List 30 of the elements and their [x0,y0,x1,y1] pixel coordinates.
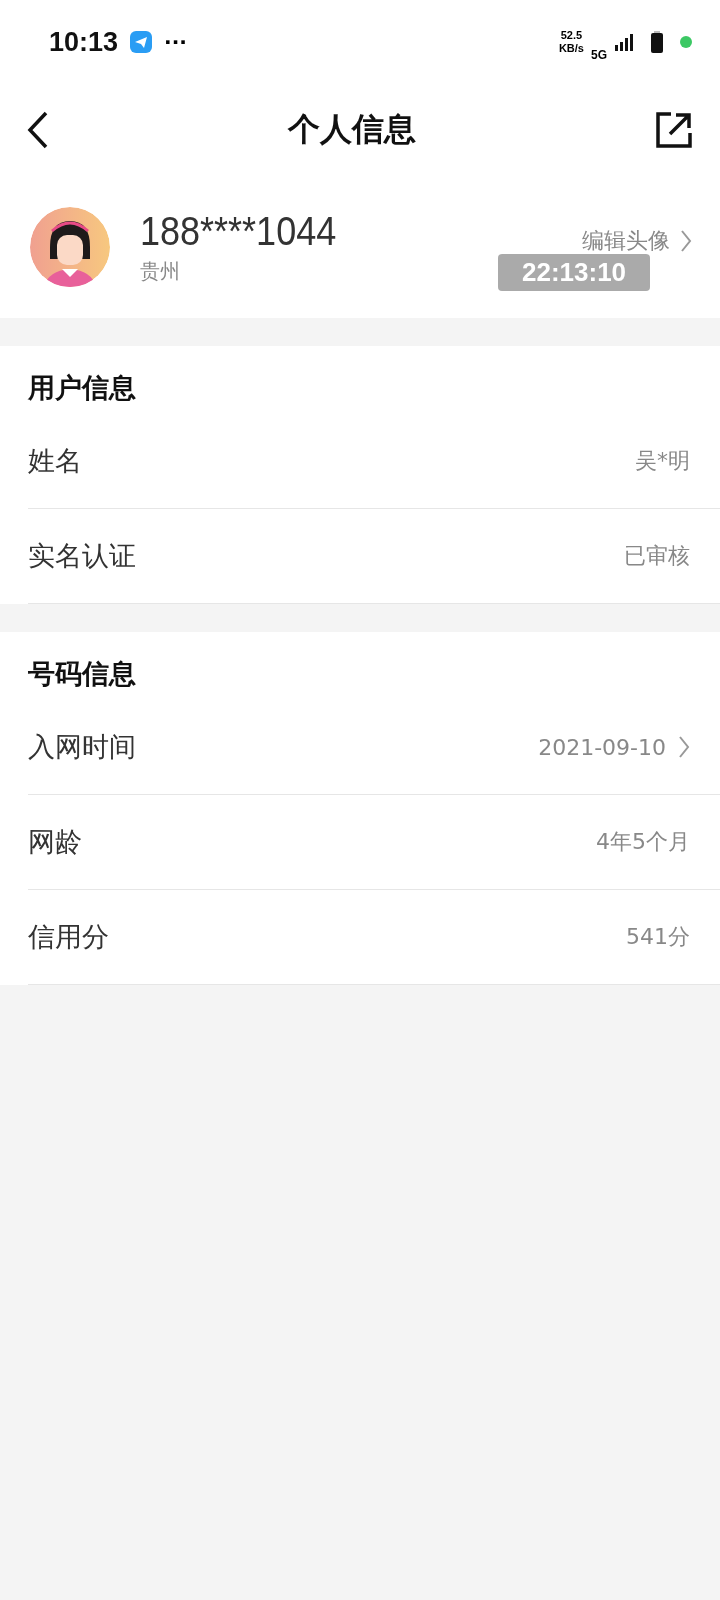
section-title: 号码信息 [28,657,137,691]
row-value: 541分 [626,923,690,951]
avatar[interactable] [30,207,110,287]
chevron-right-icon[interactable] [678,735,690,759]
battery-icon [651,31,663,53]
row-value: 已审核 [624,542,690,570]
page-title: 个人信息 [288,109,416,150]
paper-plane-app-icon [130,31,153,53]
chevron-right-icon [680,229,692,253]
status-time: 10:13 [49,26,119,58]
share-button[interactable] [654,110,694,150]
section-title: 用户信息 [28,371,137,405]
row-value: 4年5个月 [596,828,690,856]
more-notifications: ··· [164,30,187,54]
network-speed: 52.5 KB/s [558,29,584,55]
row-label: 入网时间 [28,730,137,764]
status-dot-icon [680,36,692,48]
row-value: 吴*明 [635,447,690,475]
row-label: 网龄 [28,825,83,859]
edit-avatar-link[interactable]: 编辑头像 [582,229,670,253]
phone-number: 188****1044 [140,209,337,254]
signal-icon [614,32,634,52]
row-label: 姓名 [28,444,83,478]
row-value: 2021-09-10 [538,734,666,760]
timestamp-toast: 22:13:10 [498,254,651,291]
row-label: 信用分 [28,920,110,954]
region-label: 贵州 [140,258,180,285]
network-type: 5G [591,48,607,62]
back-button[interactable] [26,110,50,150]
row-label: 实名认证 [28,539,137,573]
